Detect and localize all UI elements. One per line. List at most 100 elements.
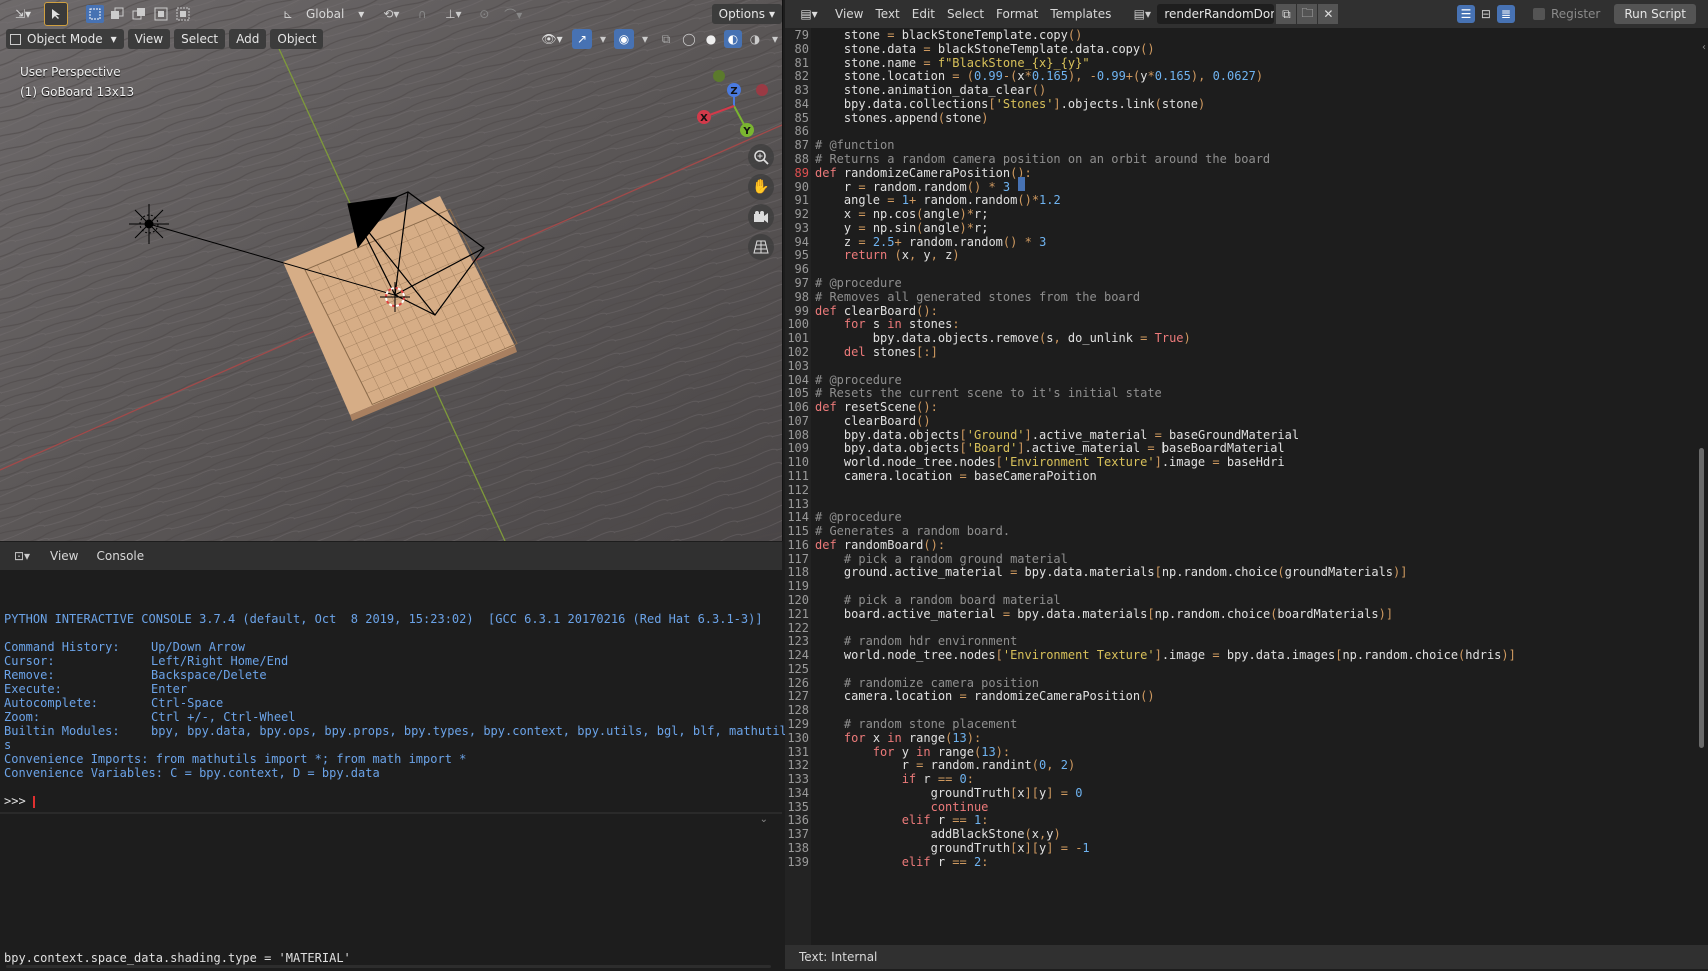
code-text: # randomize camera position — [815, 675, 1039, 690]
line-number: 85 — [794, 110, 809, 125]
code-text: continue — [930, 799, 989, 814]
line-number: 83 — [794, 83, 809, 98]
gizmo-neg-x-handle[interactable] — [756, 84, 768, 96]
code-text: groundTruth[x][y] = -1 — [815, 841, 1090, 856]
line-number: 122 — [787, 620, 809, 635]
line-number: 127 — [787, 689, 809, 704]
line-number: 112 — [787, 482, 809, 497]
console-prompt[interactable]: >>> — [4, 794, 35, 808]
options-dropdown[interactable]: Options ▾ — [711, 4, 782, 24]
editor-type-icon[interactable]: ⇲▾ — [6, 4, 40, 24]
gizmo-x-label: X — [700, 113, 708, 124]
pivot-point-icon[interactable]: ⟲▾ — [374, 5, 408, 23]
text-cursor — [32, 795, 35, 808]
line-number: 129 — [787, 717, 809, 731]
console-menu-console[interactable]: Console — [90, 546, 150, 566]
select-mode-invert-icon[interactable] — [152, 5, 170, 23]
select-mode-subtract-icon[interactable] — [130, 5, 148, 23]
text-editor-type-icon[interactable]: ▤▾ — [793, 4, 825, 24]
gizmo-dropdown-icon[interactable]: ▾ — [596, 32, 610, 46]
editor-scrollbar[interactable] — [1699, 448, 1704, 748]
line-number: 103 — [787, 358, 809, 373]
overlays-toggle-icon[interactable]: ◉ — [614, 29, 634, 49]
code-text: # Removes all generated stones from the … — [815, 289, 1141, 304]
viewport-menu-object[interactable]: Object — [270, 29, 324, 49]
3d-viewport[interactable]: ⇲▾ ⊾ Global ▾ ⟲▾ ∩ ⊥▾ ⊙ ⌒▾ Options ▾ Obje — [0, 0, 783, 541]
line-numbers-toggle-icon[interactable]: ☰ — [1456, 5, 1475, 23]
text-browse-icon[interactable]: ▤▾ — [1127, 4, 1157, 24]
code-text: x = np.cos(angle)*r; — [815, 207, 989, 222]
line-number: 114 — [787, 510, 809, 525]
code-text: elif r == 1: — [901, 813, 989, 828]
info-collapse-icon[interactable]: ⌄ — [760, 814, 768, 825]
new-text-icon[interactable]: ⧉ — [1276, 4, 1297, 24]
line-number: 110 — [787, 455, 809, 470]
line-number: 81 — [794, 55, 809, 70]
navigation-gizmo[interactable]: Z X Y — [690, 65, 780, 155]
viewport-menu-select[interactable]: Select — [174, 29, 226, 49]
text-filename-field[interactable]: renderRandomDom... — [1157, 4, 1275, 24]
editor-menu-text[interactable]: Text — [869, 4, 905, 24]
editor-menu-format[interactable]: Format — [990, 4, 1044, 24]
snap-element-icon[interactable]: ⊥▾ — [436, 5, 470, 23]
console-editor-type-icon[interactable]: ⊡▾ — [6, 546, 38, 566]
code-text: angle = 1+ random.random()*1.2 — [815, 193, 1061, 208]
console-output[interactable]: PYTHON INTERACTIVE CONSOLE 3.7.4 (defaul… — [0, 570, 787, 810]
register-checkbox[interactable] — [1532, 8, 1545, 20]
text-editor[interactable]: ▤▾ View Text Edit Select Format Template… — [785, 0, 1708, 969]
gizmo-neg-y-handle[interactable] — [713, 70, 725, 82]
viewport-menu-view[interactable]: View — [127, 29, 171, 49]
pan-hand-icon[interactable]: ✋ — [748, 174, 774, 200]
editor-menu-templates[interactable]: Templates — [1044, 4, 1117, 24]
shading-dropdown-icon[interactable]: ▾ — [768, 32, 782, 46]
shading-rendered-icon[interactable]: ◑ — [746, 30, 764, 48]
code-text: world.node_tree.nodes['Environment Textu… — [815, 648, 1516, 663]
object-mode-icon — [10, 33, 21, 45]
xray-toggle-icon[interactable]: ⧉ — [656, 29, 676, 49]
gizmo-toggle-icon[interactable]: ↗ — [572, 29, 592, 49]
viewport-menu-add[interactable]: Add — [229, 29, 267, 49]
proportional-falloff-icon[interactable]: ⌒▾ — [498, 5, 528, 23]
python-console[interactable]: ⊡▾ View Console PYTHON INTERACTIVE CONSO… — [0, 542, 787, 971]
info-scrollbar[interactable] — [6, 965, 771, 968]
gizmo-y-label: Y — [742, 126, 751, 137]
code-text: stone.location = (0.99-(x*0.165), -0.99+… — [815, 69, 1264, 84]
snap-icon[interactable]: ∩ — [412, 5, 432, 23]
line-number: 113 — [787, 496, 809, 511]
editor-menu-view[interactable]: View — [829, 4, 869, 24]
overlays-dropdown-icon[interactable]: ▾ — [638, 32, 652, 46]
console-help-item: Autocomplete: Ctrl-Space — [4, 696, 224, 710]
proportional-edit-icon[interactable]: ⊙ — [474, 5, 494, 23]
code-area[interactable]: 79 stone = blackStoneTemplate.copy() 80 s… — [785, 28, 1708, 945]
select-mode-extend-icon[interactable] — [108, 5, 126, 23]
code-text: # pick a random ground material — [815, 551, 1068, 566]
transform-orientation-dropdown[interactable]: Global ▾ — [300, 4, 370, 24]
code-text: world.node_tree.nodes['Environment Textu… — [815, 455, 1285, 470]
select-mode-intersect-icon[interactable] — [174, 5, 192, 23]
word-wrap-toggle-icon[interactable]: ⊟ — [1477, 5, 1495, 23]
perspective-toggle-icon[interactable] — [748, 234, 774, 260]
syntax-highlight-toggle-icon[interactable]: ≣ — [1496, 5, 1515, 23]
editor-menu-edit[interactable]: Edit — [906, 4, 941, 24]
open-folder-icon[interactable]: 🗀 — [1297, 4, 1318, 24]
shading-wireframe-icon[interactable]: ◯ — [680, 30, 698, 48]
info-editor[interactable]: ⌄ bpy.context.space_data.shading.type = … — [0, 812, 782, 971]
select-tool-icon[interactable] — [44, 2, 68, 26]
console-menu-view[interactable]: View — [44, 546, 84, 566]
select-mode-new-icon[interactable] — [86, 5, 104, 23]
camera-view-icon[interactable] — [748, 204, 774, 230]
shading-material-icon[interactable]: ◐ — [724, 30, 742, 48]
line-number: 84 — [794, 96, 809, 111]
sidebar-toggle-icon[interactable]: ‹ — [1702, 42, 1706, 53]
close-icon[interactable]: ✕ — [1318, 4, 1339, 24]
run-script-button[interactable]: Run Script — [1614, 4, 1696, 24]
code-text: def resetScene(): — [815, 400, 938, 415]
line-number: 124 — [787, 648, 809, 663]
visibility-eye-icon[interactable]: 👁▾ — [536, 29, 568, 49]
code-text: stone.data = blackStoneTemplate.data.cop… — [815, 41, 1155, 56]
editor-menu-select[interactable]: Select — [941, 4, 990, 24]
shading-solid-icon[interactable]: ● — [702, 30, 720, 48]
text-cursor-marker — [1018, 177, 1025, 191]
object-mode-dropdown[interactable]: Object Mode ▾ — [6, 29, 124, 49]
line-number: 125 — [787, 661, 809, 676]
